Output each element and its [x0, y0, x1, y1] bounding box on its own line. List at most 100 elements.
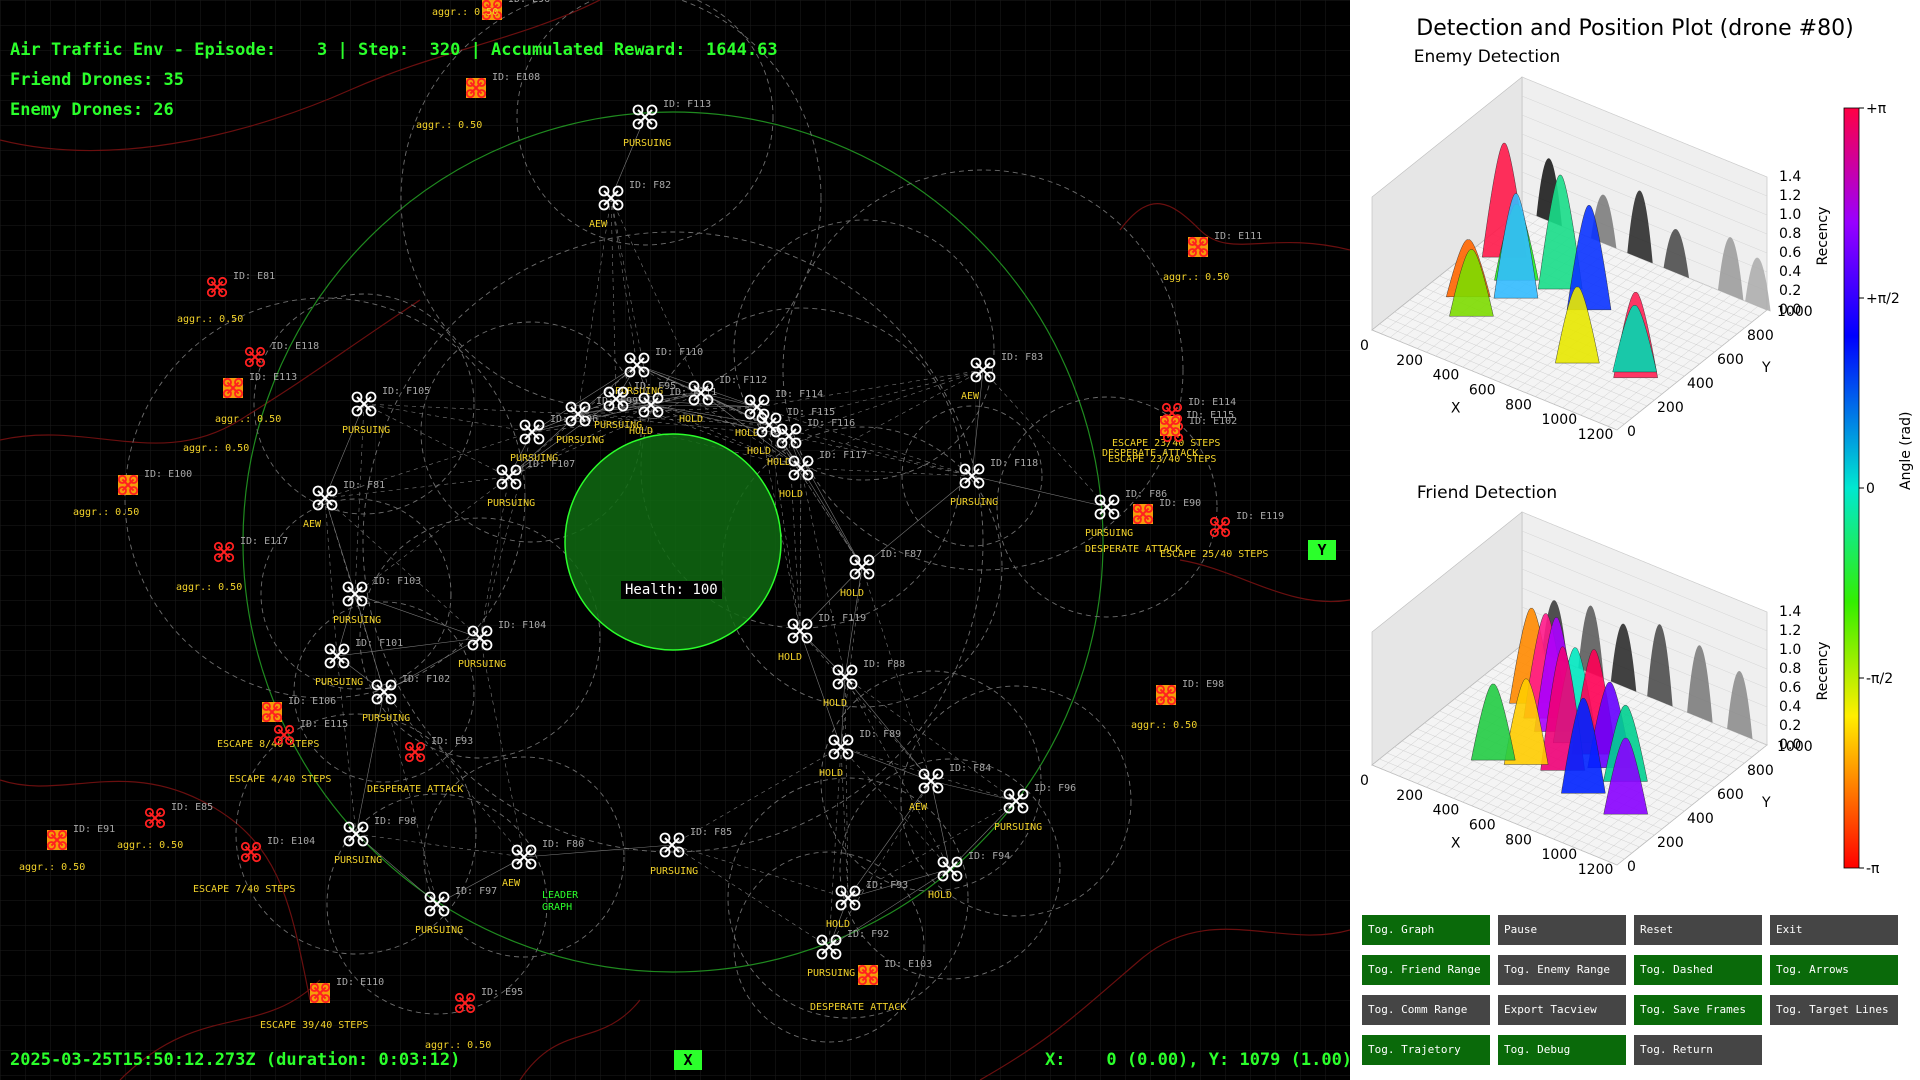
- friend-id-label: ID: F92: [847, 929, 889, 940]
- y-tick: 400: [1687, 811, 1714, 827]
- colorbar-gradient: [1843, 107, 1860, 869]
- button-export-tacview[interactable]: Export Tacview: [1498, 995, 1626, 1025]
- friend-id-label: ID: F89: [859, 729, 901, 740]
- button-tog-save-frames[interactable]: Tog. Save Frames: [1634, 995, 1762, 1025]
- button-pause[interactable]: Pause: [1498, 915, 1626, 945]
- colorbar-tick: +π/2: [1866, 291, 1900, 307]
- button-tog-target-lines[interactable]: Tog. Target Lines: [1770, 995, 1898, 1025]
- enemy-detection-plot: 020040060080010001200 020040060080010000.…: [1360, 76, 1831, 443]
- button-tog-arrows[interactable]: Tog. Arrows: [1770, 955, 1898, 985]
- friend-id-label: ID: F102: [402, 674, 450, 685]
- z-tick: 0.0: [1779, 302, 1801, 318]
- button-tog-graph[interactable]: Tog. Graph: [1362, 915, 1490, 945]
- simulation-canvas[interactable]: ID: F113 PURSUING ID: F82 AEW ID: F110 PURSUI…: [0, 0, 1350, 1080]
- friend-id-label: ID: F118: [990, 458, 1038, 469]
- enemy-id-label: ID: E108: [492, 72, 540, 83]
- enemy-status-label: aggr.: 0.50: [177, 314, 243, 325]
- friend-status-label: HOLD: [767, 457, 791, 468]
- button-reset[interactable]: Reset: [1634, 915, 1762, 945]
- z-tick: 0.8: [1779, 226, 1801, 242]
- y-tick: 0: [1627, 424, 1636, 440]
- enemy-status-label: aggr.: 0.50: [73, 507, 139, 518]
- friend-status-label: PURSUING: [650, 866, 698, 877]
- enemy-id-label: ID: E96: [508, 0, 550, 5]
- simulation-view[interactable]: ID: F113 PURSUING ID: F82 AEW ID: F110 PURSUI…: [0, 0, 1350, 1080]
- z-tick: 0.0: [1779, 737, 1801, 753]
- friend-status-label: PURSUING: [458, 659, 506, 670]
- colorbar-tick: -π/2: [1866, 671, 1893, 687]
- friend-status-label: HOLD: [823, 698, 847, 709]
- enemy-id-label: ID: E113: [249, 372, 297, 383]
- y-tick: 800: [1747, 328, 1774, 344]
- friend-id-label: ID: F95: [634, 381, 676, 392]
- enemy-status-label: ESCAPE 7/40 STEPS: [193, 884, 295, 895]
- enemy-id-label: ID: E115: [300, 719, 348, 730]
- y-tick: 200: [1657, 400, 1684, 416]
- x-axis-marker: X: [674, 1050, 702, 1070]
- friend-id-label: ID: F101: [355, 638, 403, 649]
- enemy-id-label: ID: E117: [240, 536, 288, 547]
- friend-status-label: PURSUING: [1085, 528, 1133, 539]
- x-tick: 1200: [1578, 862, 1614, 878]
- z-tick: 0.4: [1779, 264, 1801, 280]
- enemy-status-label: aggr.: 0.50: [432, 7, 498, 18]
- button-exit[interactable]: Exit: [1770, 915, 1898, 945]
- friend-id-label: ID: F96: [1034, 783, 1076, 794]
- friend-id-label: ID: F119: [818, 613, 866, 624]
- enemy-status-label: aggr.: 0.50: [1131, 720, 1197, 731]
- enemy-status-label: DESPERATE ATTACK: [810, 1002, 906, 1013]
- friend-status-label: HOLD: [778, 652, 802, 663]
- base-health-zone: [564, 433, 782, 651]
- friend-id-label: ID: F98: [374, 816, 416, 827]
- z-tick: 0.2: [1779, 718, 1801, 734]
- enemy-id-label: ID: E85: [171, 802, 213, 813]
- x-tick: 1200: [1578, 427, 1614, 443]
- friend-status-label: HOLD: [928, 890, 952, 901]
- button-tog-dashed[interactable]: Tog. Dashed: [1634, 955, 1762, 985]
- enemy-id-label: ID: E90: [1159, 498, 1201, 509]
- enemy-status-label: aggr.: 0.50: [1163, 272, 1229, 283]
- cursor-coordinates: X: 0 (0.00), Y: 1079 (1.00): [1045, 1050, 1350, 1070]
- enemy-id-label: ID: E104: [267, 836, 315, 847]
- z-axis-label: Recency: [1815, 642, 1831, 701]
- enemy-id-label: ID: E110: [336, 977, 384, 988]
- friend-id-label: ID: F87: [880, 549, 922, 560]
- enemy-status-label: aggr.: 0.50: [183, 443, 249, 454]
- friend-status-label: PURSUING: [333, 615, 381, 626]
- y-tick: 400: [1687, 376, 1714, 392]
- x-tick: 0: [1360, 773, 1369, 789]
- button-tog-friend-range[interactable]: Tog. Friend Range: [1362, 955, 1490, 985]
- friend-id-label: ID: F116: [807, 418, 855, 429]
- enemy-id-label: ID: E98: [1182, 679, 1224, 690]
- button-tog-trajetory[interactable]: Tog. Trajetory: [1362, 1035, 1490, 1065]
- enemy-id-label: ID: E93: [431, 736, 473, 747]
- friend-status-label: HOLD: [779, 489, 803, 500]
- friend-status-label: PURSUING: [415, 925, 463, 936]
- friend-status-label: HOLD: [747, 446, 771, 457]
- button-tog-debug[interactable]: Tog. Debug: [1498, 1035, 1626, 1065]
- y-tick: 600: [1717, 352, 1744, 368]
- button-tog-return[interactable]: Tog. Return: [1634, 1035, 1762, 1065]
- enemy-id-label: ID: E119: [1236, 511, 1284, 522]
- enemy-id-label: ID: E114: [1188, 397, 1236, 408]
- friend-status-label: PURSUING: [362, 713, 410, 724]
- enemy-id-label: ID: E91: [73, 824, 115, 835]
- colorbar-label: Angle (rad): [1898, 412, 1914, 490]
- friend-id-label: ID: F112: [719, 375, 767, 386]
- enemy-count: Enemy Drones: 26: [10, 100, 174, 120]
- friend-id-label: ID: F88: [863, 659, 905, 670]
- z-tick: 0.6: [1779, 680, 1801, 696]
- leader-label: LEADER: [542, 890, 579, 901]
- friend-id-label: ID: F84: [949, 763, 991, 774]
- angle-colorbar: +π +π/2 0 -π/2 -π Angle (rad): [1843, 101, 1914, 877]
- enemy-status-label: aggr.: 0.50: [117, 840, 183, 851]
- enemy-status-label: aggr.: 0.50: [176, 582, 242, 593]
- button-tog-comm-range[interactable]: Tog. Comm Range: [1362, 995, 1490, 1025]
- button-tog-enemy-range[interactable]: Tog. Enemy Range: [1498, 955, 1626, 985]
- x-tick: 400: [1433, 803, 1460, 819]
- y-axis-label: Y: [1761, 360, 1771, 376]
- enemy-status-label: DESPERATE ATTACK: [367, 784, 463, 795]
- friend-count: Friend Drones: 35: [10, 70, 184, 90]
- friend-status-label: PURSUING: [594, 420, 642, 431]
- enemy-id-label: ID: E95: [481, 987, 523, 998]
